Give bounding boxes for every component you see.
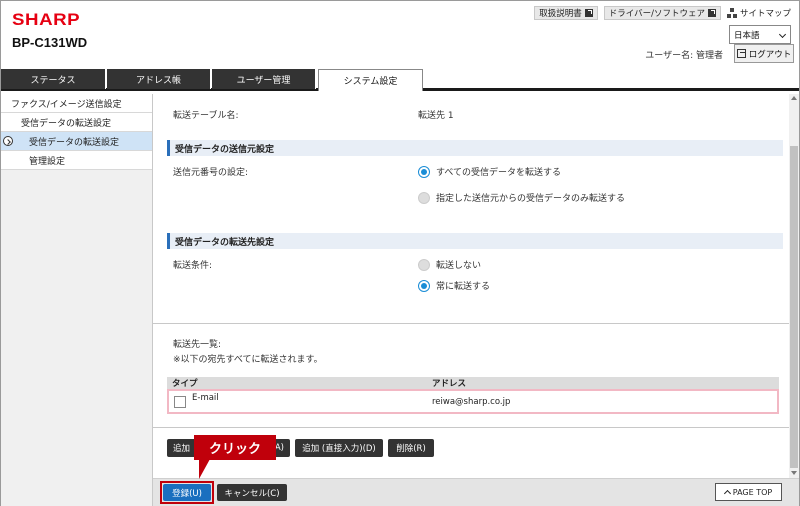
- manual-link[interactable]: 取扱説明書: [534, 6, 598, 20]
- section-source-settings: 受信データの送信元設定: [167, 140, 783, 156]
- header: SHARP BP-C131WD 取扱説明書 ドライバー/ソフトウェア サイトマッ…: [1, 1, 799, 69]
- column-header-address: アドレス: [432, 379, 467, 389]
- radio-off-icon: [418, 191, 430, 204]
- sidebar-item-management[interactable]: 管理設定: [1, 151, 152, 170]
- footer-action-bar: 登録(U) キャンセル(C) PAGE TOP: [153, 478, 799, 506]
- tab-status[interactable]: ステータス: [1, 69, 106, 89]
- external-link-icon: [584, 9, 593, 17]
- logout-label: ログアウト: [748, 49, 792, 60]
- radio-forward-all[interactable]: すべての受信データを転送する: [418, 165, 561, 178]
- table-row[interactable]: E-mail reiwa@sharp.co.jp: [167, 389, 779, 414]
- destination-list-note: ※以下の宛先すべてに転送されます。: [173, 355, 323, 365]
- sidebar-item-received-data-forwarding-selected[interactable]: 受信データの転送設定: [1, 132, 152, 151]
- scroll-down-icon[interactable]: [791, 471, 797, 475]
- sitemap-label: サイトマップ: [739, 9, 791, 19]
- username-label: ユーザー名: 管理者: [645, 51, 723, 61]
- logout-icon: [736, 49, 746, 58]
- top-links: 取扱説明書 ドライバー/ソフトウェア サイトマップ: [534, 6, 791, 20]
- tab-user-management[interactable]: ユーザー管理: [212, 69, 316, 89]
- table-name-label: 転送テーブル名:: [173, 111, 239, 121]
- sidebar: ファクス/イメージ送信設定 受信データの転送設定 受信データの転送設定 管理設定: [1, 94, 153, 506]
- radio-label: 指定した送信元からの受信データのみ転送する: [436, 194, 626, 204]
- type-value: E-mail: [192, 392, 219, 403]
- main-tabbar: ステータス アドレス帳 ユーザー管理 システム設定: [1, 69, 799, 91]
- caret-up-icon: [723, 489, 731, 498]
- table-header: タイプ アドレス: [167, 377, 779, 389]
- callout-pointer: [199, 459, 210, 479]
- manual-link-label: 取扱説明書: [539, 9, 582, 19]
- divider: [153, 323, 789, 324]
- sidebar-item-label: 受信データの転送設定: [29, 137, 120, 148]
- sidebar-item-label: 管理設定: [29, 156, 66, 167]
- column-header-type: タイプ: [172, 379, 198, 389]
- row-checkbox[interactable]: [174, 395, 186, 408]
- scroll-thumb[interactable]: [790, 146, 798, 468]
- language-select[interactable]: 日本語: [729, 25, 791, 44]
- destination-table: タイプ アドレス E-mail reiwa@sharp.co.jp: [167, 377, 779, 414]
- click-callout: クリック: [194, 435, 276, 460]
- source-number-label: 送信元番号の設定:: [173, 168, 249, 178]
- external-link-icon: [707, 9, 716, 17]
- submit-button[interactable]: 登録(U): [163, 484, 211, 501]
- divider: [153, 427, 789, 428]
- vertical-scrollbar[interactable]: [789, 94, 799, 478]
- cell-type: E-mail: [169, 391, 427, 412]
- sidebar-item-fax-image-send[interactable]: ファクス/イメージ送信設定: [1, 94, 152, 113]
- driver-link-label: ドライバー/ソフトウェア: [608, 9, 705, 19]
- scroll-up-icon[interactable]: [791, 96, 797, 100]
- delete-button[interactable]: 削除(R): [388, 439, 434, 457]
- logout-button[interactable]: ログアウト: [734, 44, 794, 63]
- button-label-suffix: A): [274, 443, 284, 453]
- add-direct-input-button[interactable]: 追加 (直接入力)(D): [295, 439, 383, 457]
- radio-label: 転送しない: [436, 261, 482, 271]
- sidebar-item-label: ファクス/イメージ送信設定: [11, 99, 122, 110]
- section-destination-settings: 受信データの転送先設定: [167, 233, 783, 249]
- radio-no-forward[interactable]: 転送しない: [418, 258, 481, 271]
- sitemap-icon: [726, 8, 737, 18]
- radio-label: すべての受信データを転送する: [436, 168, 562, 178]
- tab-system-settings[interactable]: システム設定: [318, 69, 423, 91]
- button-label: 追加: [173, 444, 191, 454]
- forward-condition-label: 転送条件:: [173, 261, 213, 271]
- page-top-button[interactable]: PAGE TOP: [715, 483, 782, 501]
- cancel-button[interactable]: キャンセル(C): [217, 484, 287, 501]
- sitemap-link[interactable]: サイトマップ: [726, 7, 791, 19]
- model-name: BP-C131WD: [12, 35, 88, 50]
- cell-address: reiwa@sharp.co.jp: [432, 396, 511, 407]
- tab-address-book[interactable]: アドレス帳: [107, 69, 211, 89]
- radio-forward-specified[interactable]: 指定した送信元からの受信データのみ転送する: [418, 191, 625, 204]
- table-name-value: 転送先 1: [418, 111, 454, 121]
- chevron-right-icon: [3, 136, 13, 146]
- sidebar-item-label: 受信データの転送設定: [21, 118, 112, 129]
- radio-off-icon: [418, 258, 430, 271]
- radio-always-forward[interactable]: 常に転送する: [418, 279, 490, 292]
- sharp-logo: SHARP: [12, 10, 81, 29]
- destination-list-label: 転送先一覧:: [173, 340, 222, 350]
- sidebar-item-received-data-forwarding[interactable]: 受信データの転送設定: [1, 113, 152, 132]
- page-top-label: PAGE TOP: [732, 487, 773, 497]
- radio-label: 常に転送する: [436, 282, 491, 292]
- radio-on-icon: [418, 279, 430, 292]
- radio-on-icon: [418, 165, 430, 178]
- driver-software-link[interactable]: ドライバー/ソフトウェア: [603, 6, 721, 20]
